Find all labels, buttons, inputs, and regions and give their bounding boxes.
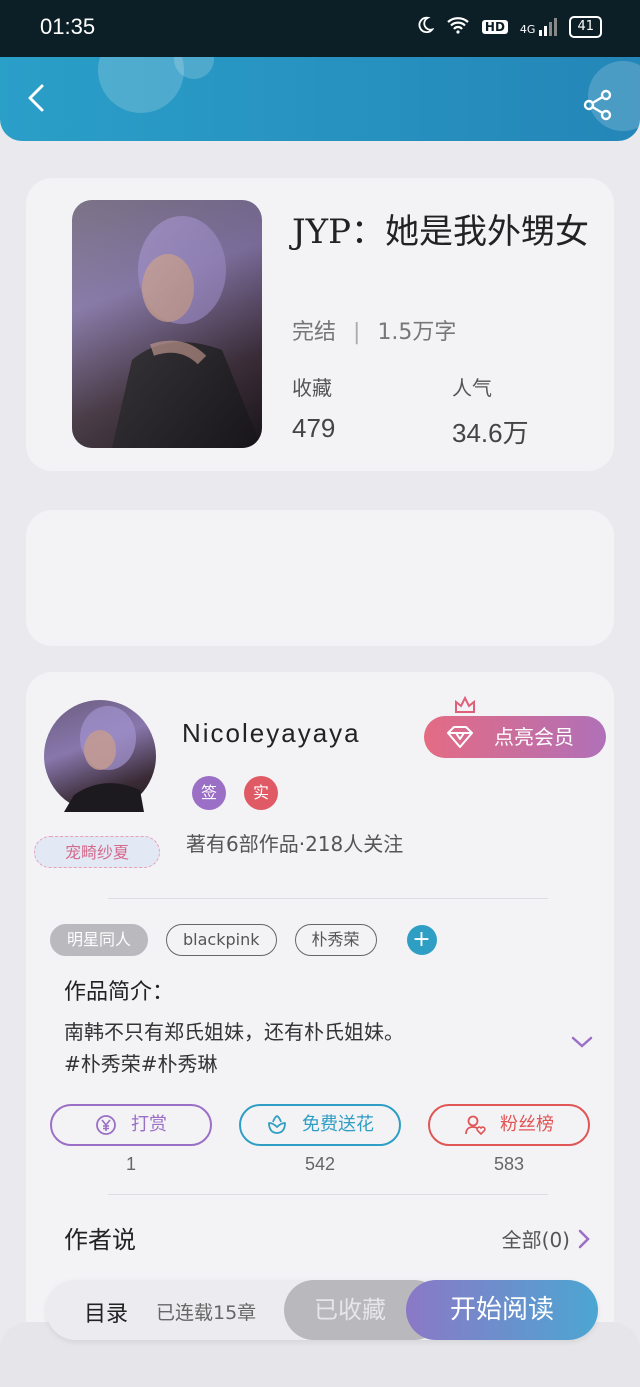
- divider: [108, 1194, 548, 1195]
- hd-badge: HD: [481, 20, 508, 34]
- vip-button[interactable]: 点亮会员: [424, 716, 606, 758]
- yen-icon: [96, 1115, 116, 1135]
- share-icon: [583, 89, 612, 121]
- separator: |: [353, 320, 361, 345]
- signal-icon: 4G: [520, 18, 558, 36]
- bottom-action-bar: 目录 已连载15章 已收藏 开始阅读: [46, 1280, 598, 1340]
- tip-button[interactable]: 打赏: [50, 1104, 212, 1146]
- flower-button[interactable]: 免费送花: [239, 1104, 401, 1146]
- intro-title: 作品简介：: [64, 980, 175, 1005]
- wifi-icon: [446, 16, 470, 38]
- sign-badge: 签: [192, 776, 226, 810]
- status-icons: HD 4G 41: [416, 16, 602, 38]
- status-time: 01:35: [40, 14, 96, 39]
- book-cover-image[interactable]: [72, 200, 262, 448]
- tag-item[interactable]: 朴秀荣: [294, 924, 377, 956]
- book-word-count: 1.5万字: [377, 320, 457, 345]
- tip-count: 1: [125, 1154, 136, 1174]
- share-button[interactable]: [582, 89, 616, 123]
- action-row: 打赏 1 免费送花 542 粉丝榜 583: [50, 1104, 590, 1175]
- catalog-button[interactable]: 目录: [84, 1296, 128, 1328]
- plus-icon: +: [412, 927, 431, 952]
- status-bar: 01:35 HD 4G 41: [0, 0, 640, 57]
- top-header: [0, 57, 640, 141]
- popularity-stat: 人气 34.6万: [452, 372, 529, 450]
- user-heart-icon: [465, 1115, 486, 1136]
- author-says-title: 作者说: [64, 1226, 136, 1254]
- divider: [108, 898, 548, 899]
- popularity-value: 34.6万: [452, 418, 529, 448]
- tag-item[interactable]: blackpink: [166, 924, 277, 956]
- author-says-all-link[interactable]: 全部(0): [502, 1224, 590, 1253]
- flower-action: 免费送花 542: [239, 1104, 401, 1175]
- fans-count: 583: [493, 1154, 525, 1174]
- author-avatar[interactable]: [44, 700, 156, 812]
- diamond-icon: [447, 726, 473, 748]
- flower-label: 免费送花: [302, 1114, 374, 1135]
- add-tag-button[interactable]: +: [406, 925, 437, 955]
- book-title: JYP：她是我外甥女: [292, 212, 589, 252]
- moon-icon: [416, 16, 435, 38]
- book-info-card: JYP：她是我外甥女 完结 | 1.5万字 收藏 479 人气 34.6万: [26, 178, 614, 471]
- book-status-line: 完结 | 1.5万字: [292, 314, 456, 346]
- intro-line: 南韩不只有郑氏姐妹，还有朴氏姐妹。: [64, 1020, 404, 1044]
- all-label: 全部(0): [501, 1228, 570, 1252]
- back-icon: [28, 84, 44, 112]
- start-reading-button[interactable]: 开始阅读: [406, 1280, 598, 1340]
- decor-bubble: [98, 57, 184, 113]
- chevron-down-icon[interactable]: [570, 1034, 594, 1050]
- book-status: 完结: [292, 320, 337, 345]
- chevron-right-icon: [578, 1229, 590, 1248]
- blank-card: [26, 510, 614, 646]
- vip-button-label: 点亮会员: [494, 725, 574, 749]
- tip-action: 打赏 1: [50, 1104, 212, 1175]
- intro-text: 南韩不只有郑氏姐妹，还有朴氏姐妹。 #朴秀荣#朴秀琳: [64, 1016, 524, 1080]
- author-badge: 宠畸纱夏: [34, 836, 160, 868]
- favorites-stat: 收藏 479: [292, 372, 335, 444]
- author-name[interactable]: Nicoleyayaya: [182, 718, 361, 749]
- intro-hashtags[interactable]: #朴秀荣#朴秀琳: [64, 1048, 524, 1080]
- fans-label: 粉丝榜: [500, 1114, 554, 1135]
- real-name-badge: 实: [244, 776, 278, 810]
- back-button[interactable]: [20, 81, 54, 115]
- serial-status: 已连载15章: [156, 1302, 257, 1324]
- crown-icon: [455, 696, 475, 713]
- tag-item[interactable]: 明星同人: [50, 924, 149, 956]
- flower-icon: [268, 1115, 286, 1134]
- favorites-label: 收藏: [292, 376, 332, 400]
- tip-label: 打赏: [131, 1114, 167, 1135]
- network-type: 4G: [519, 23, 536, 36]
- battery-icon: 41: [569, 16, 602, 38]
- fans-action: 粉丝榜 583: [428, 1104, 590, 1175]
- fans-rank-button[interactable]: 粉丝榜: [428, 1104, 590, 1146]
- tag-list: 明星同人 blackpink 朴秀荣 +: [50, 924, 437, 956]
- author-works-info: 著有6部作品·218人关注: [186, 832, 404, 856]
- flower-count: 542: [304, 1154, 336, 1174]
- popularity-label: 人气: [452, 376, 492, 400]
- favorites-value: 479: [292, 413, 336, 443]
